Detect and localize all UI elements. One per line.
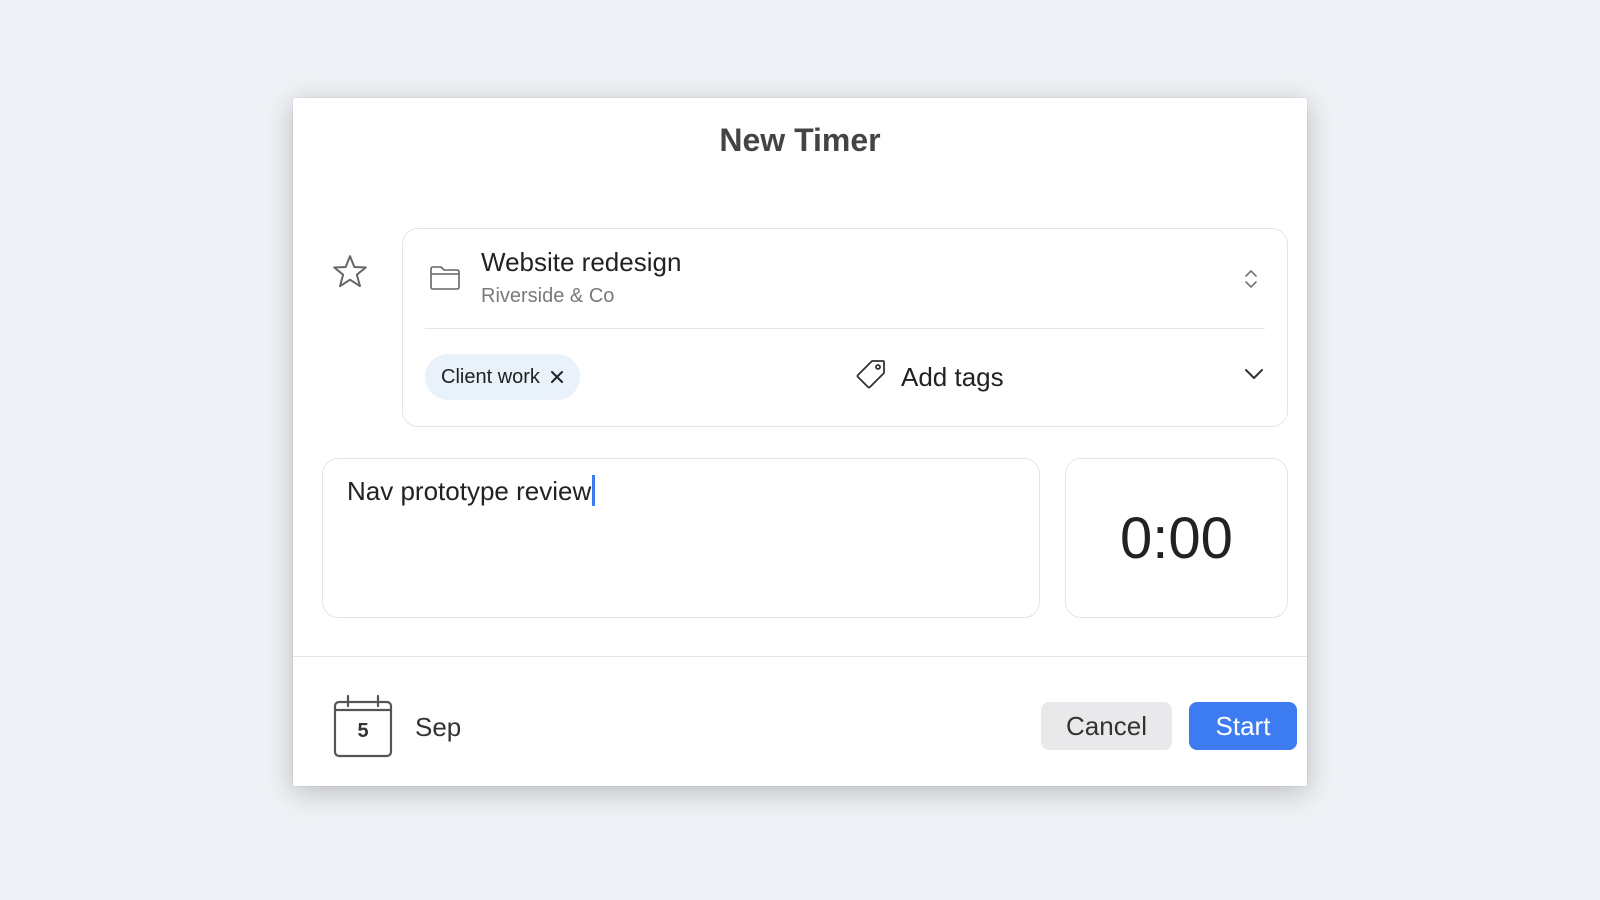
dialog-title: New Timer	[719, 122, 881, 158]
add-tags-label: Add tags	[901, 361, 1004, 392]
project-card: Website redesign Riverside & Co Client w…	[402, 228, 1288, 427]
footer-divider	[293, 656, 1307, 657]
text-caret	[592, 475, 596, 506]
tags-dropdown-chevron-down-icon[interactable]	[1243, 367, 1265, 386]
project-picker[interactable]: Website redesign Riverside & Co	[425, 229, 1265, 329]
favorite-star-icon[interactable]	[329, 251, 371, 293]
calendar-day: 5	[357, 720, 369, 742]
calendar-icon[interactable]: 5	[333, 694, 393, 758]
project-name: Website redesign	[481, 247, 682, 277]
tag-chip: Client work	[425, 354, 580, 400]
duration-value: 0:00	[1120, 505, 1233, 571]
start-button[interactable]: Start	[1189, 702, 1297, 750]
cancel-button[interactable]: Cancel	[1041, 702, 1172, 750]
duration-input[interactable]: 0:00	[1065, 458, 1288, 618]
client-name: Riverside & Co	[481, 285, 615, 307]
new-timer-dialog: New Timer Website redesign Riverside & C…	[293, 98, 1307, 786]
date-month: Sep	[415, 712, 462, 742]
add-tags-button[interactable]: Add tags	[855, 351, 1004, 403]
tag-icon	[855, 358, 887, 397]
notes-text: Nav prototype review	[347, 476, 592, 506]
chevron-up-down-icon	[1243, 267, 1259, 296]
remove-tag-close-icon[interactable]	[550, 370, 564, 384]
tag-chip-label: Client work	[441, 365, 540, 388]
notes-input[interactable]: Nav prototype review	[322, 458, 1040, 618]
folder-icon	[429, 265, 461, 296]
